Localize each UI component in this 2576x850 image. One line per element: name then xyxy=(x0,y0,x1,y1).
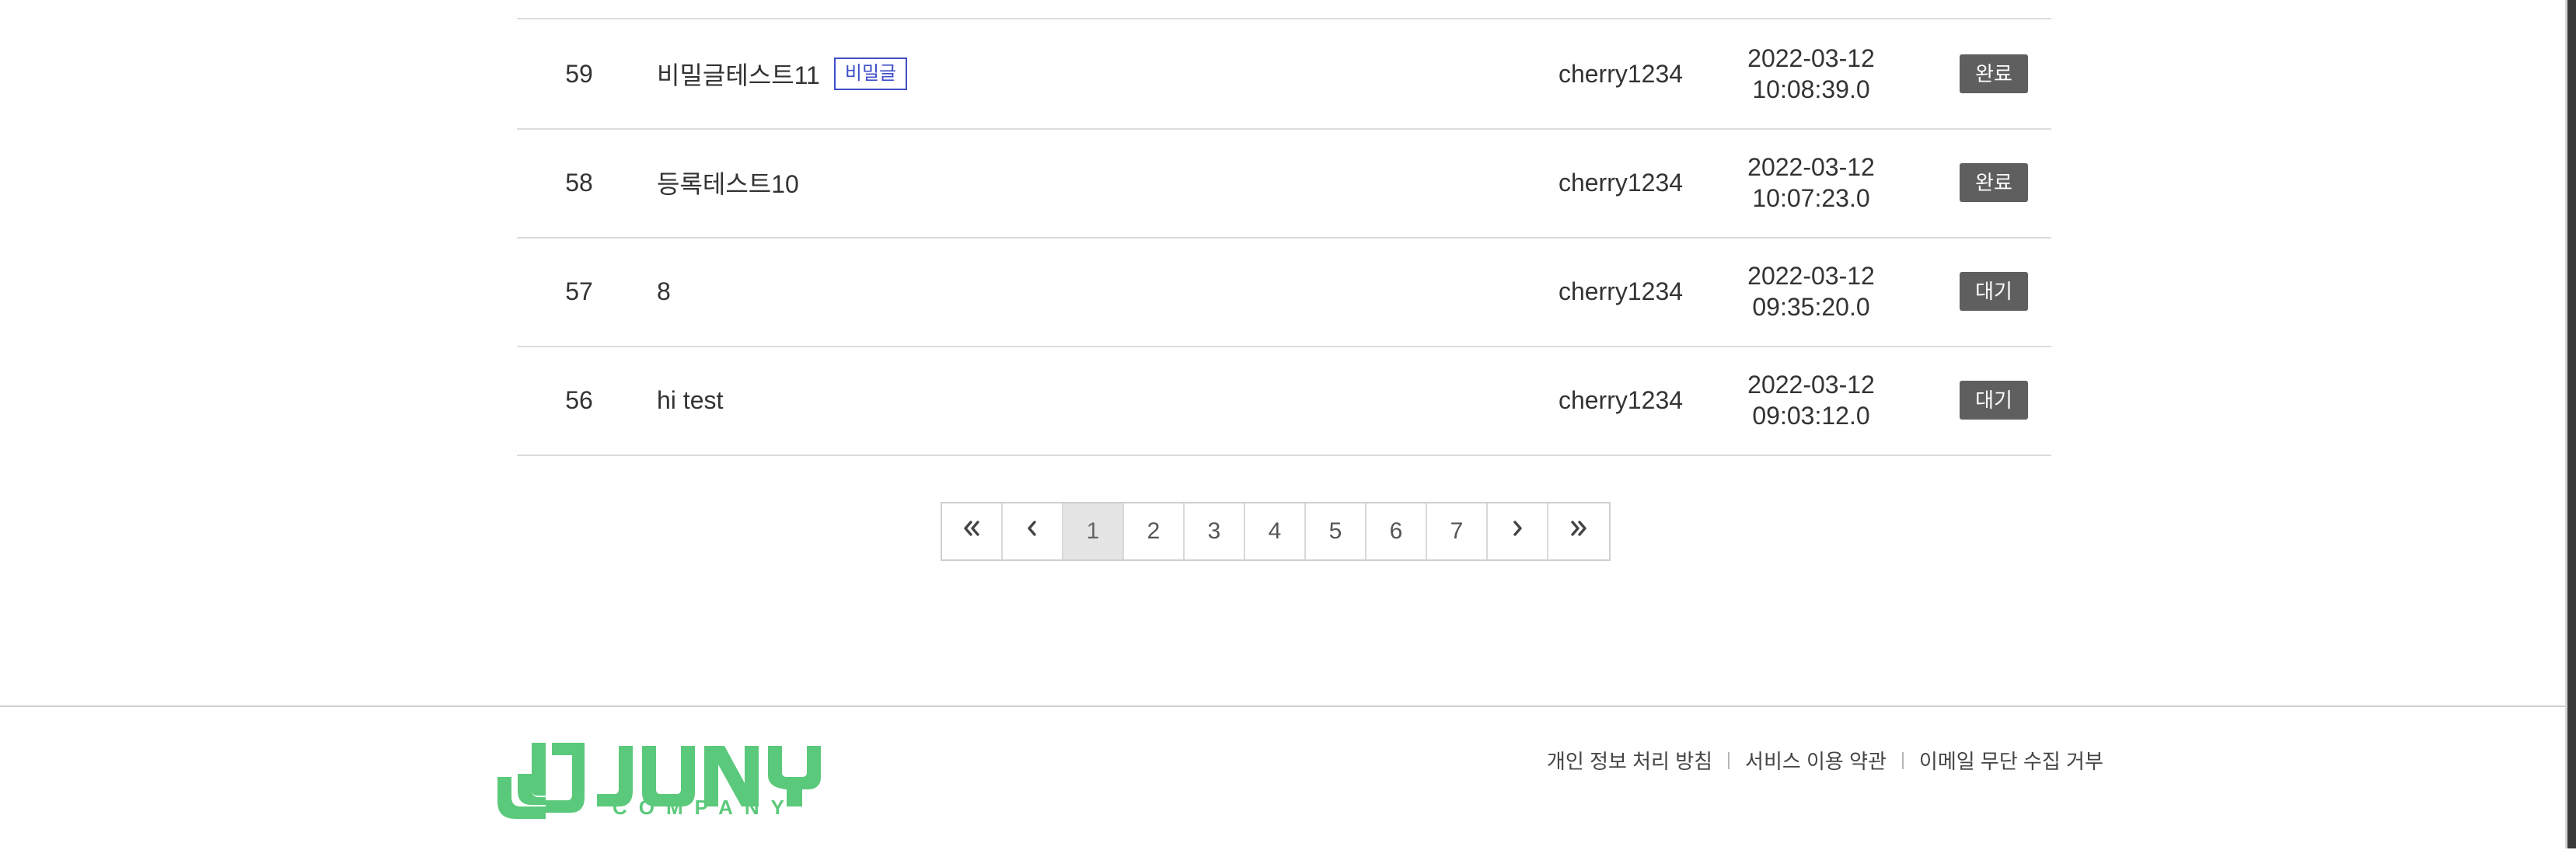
terms-of-service-link[interactable]: 서비스 이용 약관 xyxy=(1745,746,1887,775)
footer-links: 개인 정보 처리 방침 서비스 이용 약관 이메일 무단 수집 거부 xyxy=(1547,746,2103,775)
last-page-button[interactable] xyxy=(1548,503,1609,559)
status-cell: 완료 xyxy=(1939,128,2048,237)
prev-page-button[interactable] xyxy=(1003,503,1063,559)
post-title-cell[interactable]: hi test xyxy=(657,346,1434,455)
post-title[interactable]: 8 xyxy=(657,277,671,306)
post-time: 10:08:39.0 xyxy=(1752,75,1870,103)
window-border xyxy=(2567,0,2576,848)
post-title[interactable]: 비밀글테스트11 xyxy=(657,56,820,92)
post-number: 56 xyxy=(565,385,593,414)
table-row[interactable]: 59 비밀글테스트11 비밀글 cherry1234 2022-03-12 10… xyxy=(517,19,2051,130)
status-badge[interactable]: 완료 xyxy=(1960,163,2028,202)
first-page-button[interactable] xyxy=(942,503,1003,559)
privacy-policy-link[interactable]: 개인 정보 처리 방침 xyxy=(1547,746,1712,775)
post-title-cell[interactable]: 8 xyxy=(657,237,1434,346)
post-datetime: 2022-03-12 09:03:12.0 xyxy=(1698,346,1924,455)
post-title-cell[interactable]: 등록테스트10 xyxy=(657,128,1434,237)
post-time: 09:03:12.0 xyxy=(1752,402,1870,430)
post-title[interactable]: hi test xyxy=(657,386,723,415)
page-button[interactable]: 5 xyxy=(1306,503,1367,559)
link-divider xyxy=(1728,751,1730,769)
post-title[interactable]: 등록테스트10 xyxy=(657,165,799,200)
page-button[interactable]: 7 xyxy=(1427,503,1488,559)
link-divider xyxy=(1901,751,1904,769)
post-date: 2022-03-12 xyxy=(1747,262,1875,290)
post-datetime: 2022-03-12 10:07:23.0 xyxy=(1698,128,1924,237)
status-cell: 대기 xyxy=(1939,346,2048,455)
chevron-right-icon xyxy=(1506,517,1529,546)
post-date: 2022-03-12 xyxy=(1747,44,1875,72)
post-time: 09:35:20.0 xyxy=(1752,293,1870,321)
post-time: 10:07:23.0 xyxy=(1752,184,1870,212)
post-number: 58 xyxy=(565,168,593,197)
post-datetime: 2022-03-12 09:35:20.0 xyxy=(1698,237,1924,346)
status-badge[interactable]: 완료 xyxy=(1960,54,2028,93)
post-date: 2022-03-12 xyxy=(1747,153,1875,181)
post-datetime: 2022-03-12 10:08:39.0 xyxy=(1698,19,1924,128)
post-number: 59 xyxy=(565,59,593,88)
post-title-cell[interactable]: 비밀글테스트11 비밀글 xyxy=(657,19,1434,128)
page-button[interactable]: 3 xyxy=(1185,503,1245,559)
site-footer: COMPANY 개인 정보 처리 방침 서비스 이용 약관 이메일 무단 수집 … xyxy=(0,705,2565,850)
logo-subtext: COMPANY xyxy=(613,796,796,819)
secret-badge: 비밀글 xyxy=(833,57,908,90)
table-row[interactable]: 58 등록테스트10 cherry1234 2022-03-12 10:07:2… xyxy=(517,128,2051,239)
page-button[interactable]: 6 xyxy=(1367,503,1427,559)
email-collection-refusal-link[interactable]: 이메일 무단 수집 거부 xyxy=(1919,746,2103,775)
double-chevron-left-icon xyxy=(960,517,983,546)
pagination: 1 2 3 4 5 6 7 xyxy=(941,502,1611,561)
status-cell: 대기 xyxy=(1939,237,2048,346)
double-chevron-right-icon xyxy=(1567,517,1590,546)
page-button[interactable]: 4 xyxy=(1245,503,1306,559)
page-button-current[interactable]: 1 xyxy=(1063,503,1124,559)
page-button[interactable]: 2 xyxy=(1124,503,1185,559)
table-row[interactable]: 56 hi test cherry1234 2022-03-12 09:03:1… xyxy=(517,346,2051,456)
table-row[interactable]: 57 8 cherry1234 2022-03-12 09:35:20.0 대기 xyxy=(517,237,2051,347)
post-date: 2022-03-12 xyxy=(1747,371,1875,399)
status-badge[interactable]: 대기 xyxy=(1960,272,2028,311)
next-page-button[interactable] xyxy=(1488,503,1548,559)
chevron-left-icon xyxy=(1021,517,1044,546)
status-badge[interactable]: 대기 xyxy=(1960,381,2028,420)
post-number: 57 xyxy=(565,277,593,305)
status-cell: 완료 xyxy=(1939,19,2048,128)
